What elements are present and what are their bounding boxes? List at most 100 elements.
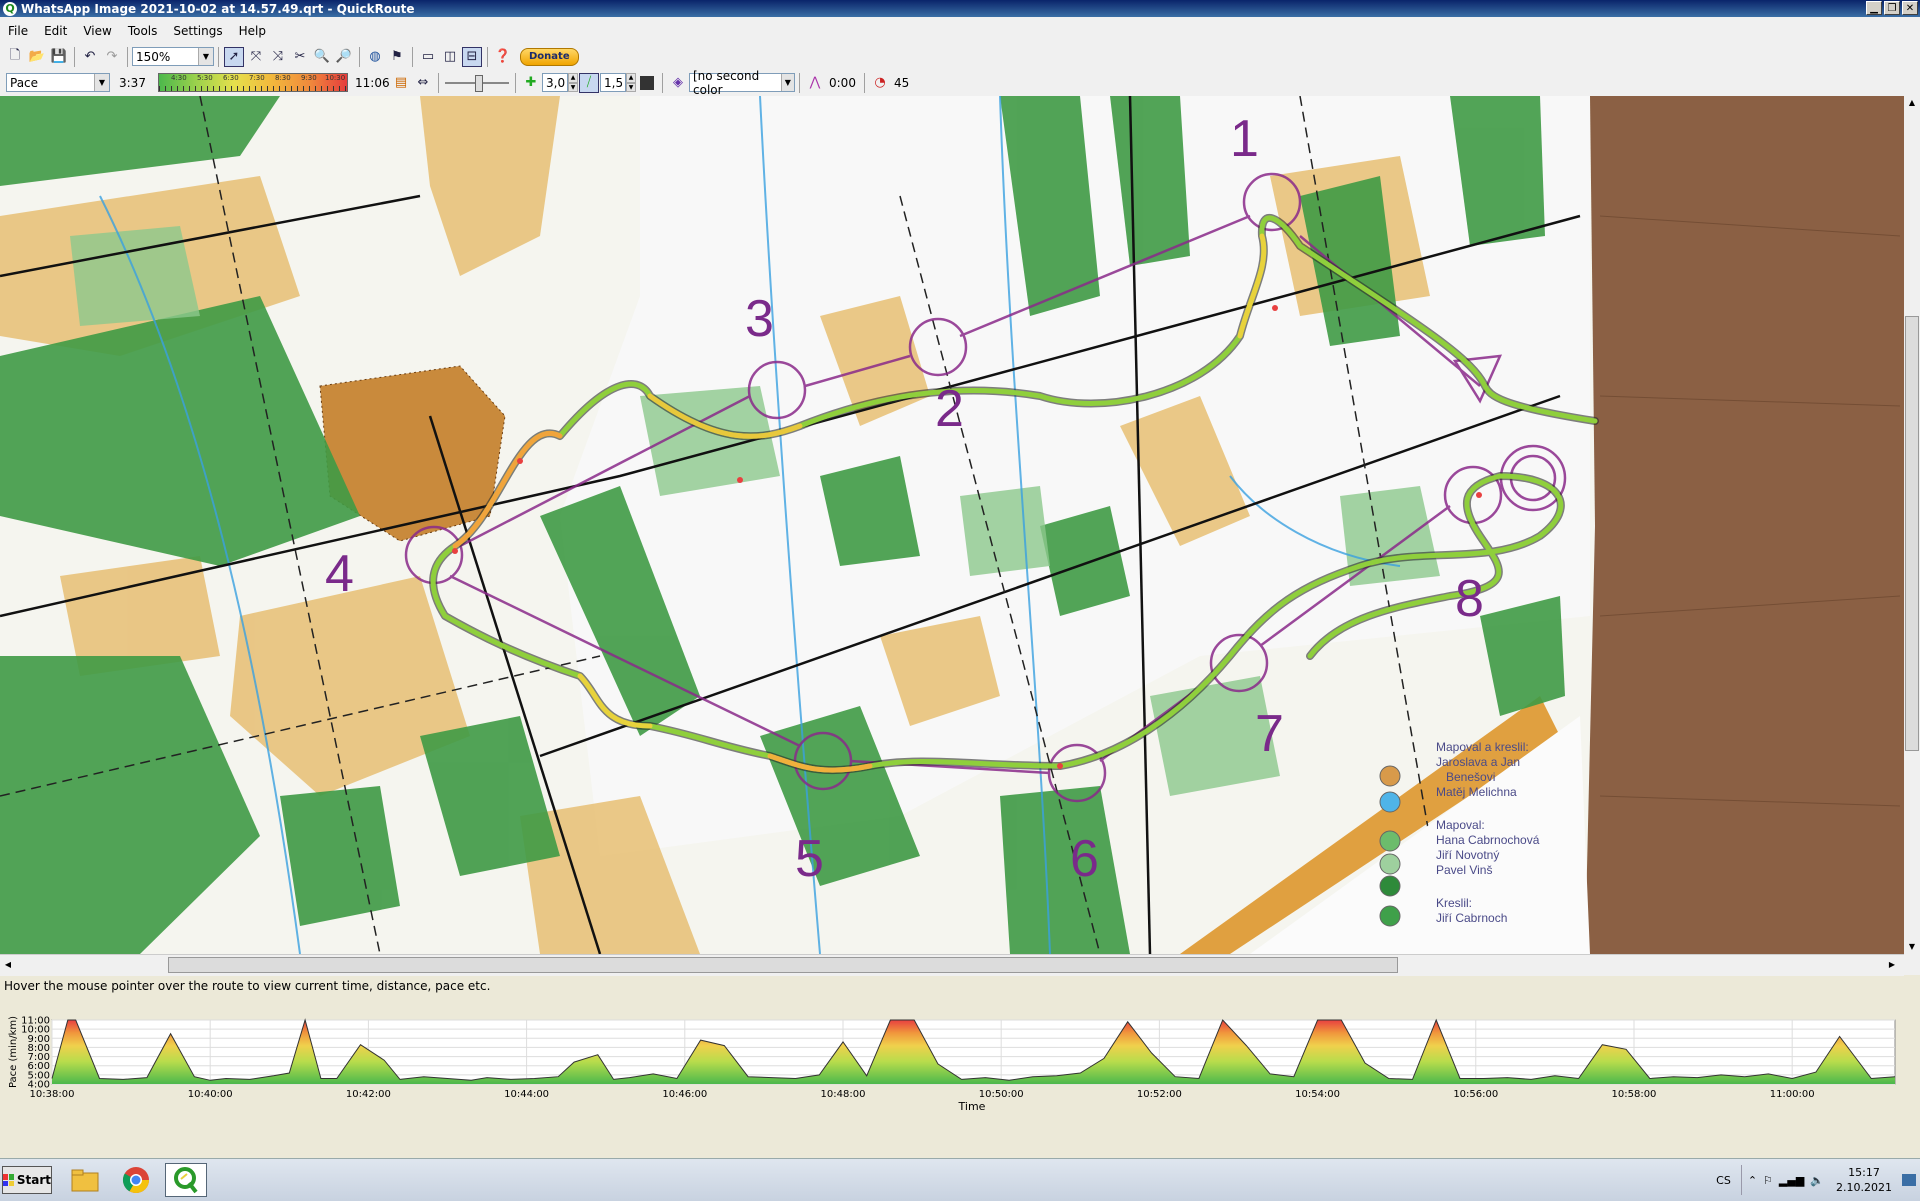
smoothing-icon[interactable]: ⋀ (805, 73, 825, 93)
network-icon[interactable]: ▂▄▆ (1779, 1174, 1804, 1187)
lap-icon[interactable]: ⚑ (387, 47, 407, 67)
x-axis-label: Time (958, 1100, 986, 1113)
new-file-icon[interactable]: 🗋 (5, 47, 25, 67)
legend-line: Benešovi (1446, 770, 1495, 784)
menu-settings[interactable]: Settings (165, 24, 230, 38)
taskbar: Start CS ⌃ ⚐ ▂▄▆ 🔈 15:17 2.10.2021 (0, 1158, 1920, 1201)
view-graph-icon[interactable]: ⊟ (462, 46, 482, 67)
taskbar-chrome[interactable] (115, 1163, 157, 1197)
taskbar-explorer[interactable] (64, 1163, 106, 1197)
clock-time: 15:17 (1848, 1166, 1880, 1179)
x-tick-label: 10:52:00 (1137, 1089, 1182, 1100)
volume-icon[interactable]: 🔈 (1810, 1174, 1824, 1187)
chrome-icon (122, 1167, 150, 1194)
view-split-icon[interactable]: ◫ (440, 47, 460, 67)
gradient-label: 10:30 (325, 74, 346, 82)
gradient-label: 6:30 (223, 74, 239, 82)
zoom-out-icon[interactable]: 🔎 (334, 47, 354, 67)
gradient-label: 5:30 (197, 74, 213, 82)
show-desktop-icon[interactable] (1902, 1174, 1916, 1186)
scroll-up-icon[interactable]: ▲ (1904, 96, 1920, 110)
range-high-field[interactable]: 11:06 (352, 73, 390, 92)
circle-time-icon[interactable]: ◔ (870, 73, 890, 93)
view-map-icon[interactable]: ▭ (418, 47, 438, 67)
action-center-icon[interactable]: ⚐ (1763, 1174, 1773, 1187)
menu-edit[interactable]: Edit (36, 24, 75, 38)
restore-button[interactable]: ❐ (1884, 1, 1900, 15)
route-transparency-slider[interactable] (443, 73, 511, 92)
map-horizontal-scrollbar[interactable]: ◀ ▶ (0, 954, 1904, 976)
system-tray: CS ⌃ ⚐ ▂▄▆ 🔈 15:17 2.10.2021 (1716, 1159, 1920, 1201)
legend-line: Kreslil: (1436, 896, 1472, 910)
chevron-down-icon: ▼ (780, 74, 794, 91)
x-tick-label: 10:56:00 (1453, 1089, 1498, 1100)
main-toolbar: 🗋 📂 💾 ↶ ↷ 150% ▼ ➚ ⤧ ⤨ ✂ 🔍 🔎 ◍ ⚑ ▭ ◫ ⊟ ❓… (0, 44, 1920, 69)
color-range-icon[interactable]: ▤ (391, 73, 411, 93)
route-width-field[interactable]: 3,0 (542, 73, 568, 92)
map-vertical-scrollbar[interactable]: ▲ ▼ (1904, 96, 1920, 954)
x-tick-label: 10:50:00 (979, 1089, 1024, 1100)
zoom-in-icon[interactable]: 🔍 (312, 47, 332, 67)
cut-route-icon[interactable]: ⤨ (268, 47, 288, 67)
range-low-field[interactable]: 3:37 (116, 73, 158, 92)
x-tick-label: 10:42:00 (346, 1089, 391, 1100)
gradient-label: 8:30 (275, 74, 291, 82)
menu-file[interactable]: File (0, 24, 36, 38)
mask-width-spinner[interactable]: ▲ ▼ (626, 73, 636, 92)
scroll-down-icon[interactable]: ▼ (1904, 940, 1920, 954)
smoothing-field[interactable]: 0:00 (826, 73, 860, 92)
control-number: 2 (935, 380, 964, 438)
mask-line-icon[interactable]: ⧸ (579, 72, 599, 93)
second-color-select[interactable]: [no second color ▼ (689, 69, 795, 97)
route-line-icon[interactable]: ✚ (521, 73, 541, 93)
taskbar-quickroute[interactable] (165, 1163, 207, 1197)
legend-line: Matěj Melichna (1436, 785, 1517, 799)
pointer-icon[interactable]: ➚ (224, 46, 244, 67)
control-number: 6 (1070, 830, 1099, 888)
auto-range-icon[interactable]: ⇔ (413, 73, 433, 93)
orienteering-map[interactable]: 1 2 3 4 5 6 7 8 Mapoval a kreslil: Jaros… (0, 96, 1904, 954)
circle-time-field[interactable]: 45 (891, 73, 921, 92)
undo-icon[interactable]: ↶ (80, 47, 100, 67)
mask-color-icon[interactable] (637, 73, 657, 93)
close-button[interactable]: ✕ (1902, 1, 1918, 15)
scroll-right-icon[interactable]: ▶ (1884, 957, 1900, 973)
x-tick-label: 10:44:00 (504, 1089, 549, 1100)
zoom-select[interactable]: 150% ▼ (132, 47, 214, 66)
folder-icon (71, 1169, 99, 1192)
vertical-scroll-thumb[interactable] (1905, 316, 1919, 751)
route-width-spinner[interactable]: ▲ ▼ (568, 73, 578, 92)
color-range-gradient[interactable]: 4:30 5:30 6:30 7:30 8:30 9:30 10:30 (158, 73, 348, 92)
redo-icon[interactable]: ↷ (102, 47, 122, 67)
pace-chart[interactable]: 11:0010:009:008:007:006:005:004:00 10:38… (0, 1010, 1920, 1115)
cut-icon[interactable]: ✂ (290, 47, 310, 67)
menu-view[interactable]: View (75, 24, 119, 38)
save-icon[interactable]: 💾 (49, 47, 69, 67)
open-folder-icon[interactable]: 📂 (27, 47, 47, 67)
adjust-route-icon[interactable]: ⤧ (246, 47, 266, 67)
second-color-icon[interactable]: ◈ (668, 73, 688, 93)
legend-line: Pavel Vinš (1436, 863, 1492, 877)
route-toolbar: Pace ▼ 3:37 4:30 5:30 6:30 7:30 8:30 9:3… (0, 69, 1920, 97)
attribute-value: Pace (10, 75, 39, 90)
donate-button[interactable]: Donate (520, 47, 579, 66)
x-tick-label: 10:54:00 (1295, 1089, 1340, 1100)
minimize-button[interactable]: ▁ (1866, 1, 1882, 15)
y-axis-label: Pace (min/km) (8, 1016, 19, 1088)
x-tick-label: 10:38:00 (30, 1089, 75, 1100)
start-button[interactable]: Start (2, 1166, 52, 1194)
horizontal-scroll-thumb[interactable] (168, 957, 1398, 973)
mask-width-field[interactable]: 1,5 (600, 73, 626, 92)
quickroute-app-icon: Q (3, 1, 17, 16)
color-attribute-select[interactable]: Pace ▼ (6, 73, 110, 92)
globe-icon[interactable]: ◍ (365, 47, 385, 67)
menu-help[interactable]: Help (231, 24, 274, 38)
show-hidden-icons-icon[interactable]: ⌃ (1748, 1174, 1757, 1187)
clock[interactable]: 15:17 2.10.2021 (1836, 1165, 1892, 1195)
menu-tools[interactable]: Tools (120, 24, 166, 38)
map-view[interactable]: 1 2 3 4 5 6 7 8 Mapoval a kreslil: Jaros… (0, 96, 1904, 954)
help-icon[interactable]: ❓ (493, 47, 513, 67)
scroll-left-icon[interactable]: ◀ (0, 957, 16, 973)
pace-graph[interactable]: 11:00 10:00 9:00 8:00 7:00 6:00 5:00 4:00 10:38… (0, 1010, 1920, 1115)
language-indicator[interactable]: CS (1716, 1174, 1731, 1187)
